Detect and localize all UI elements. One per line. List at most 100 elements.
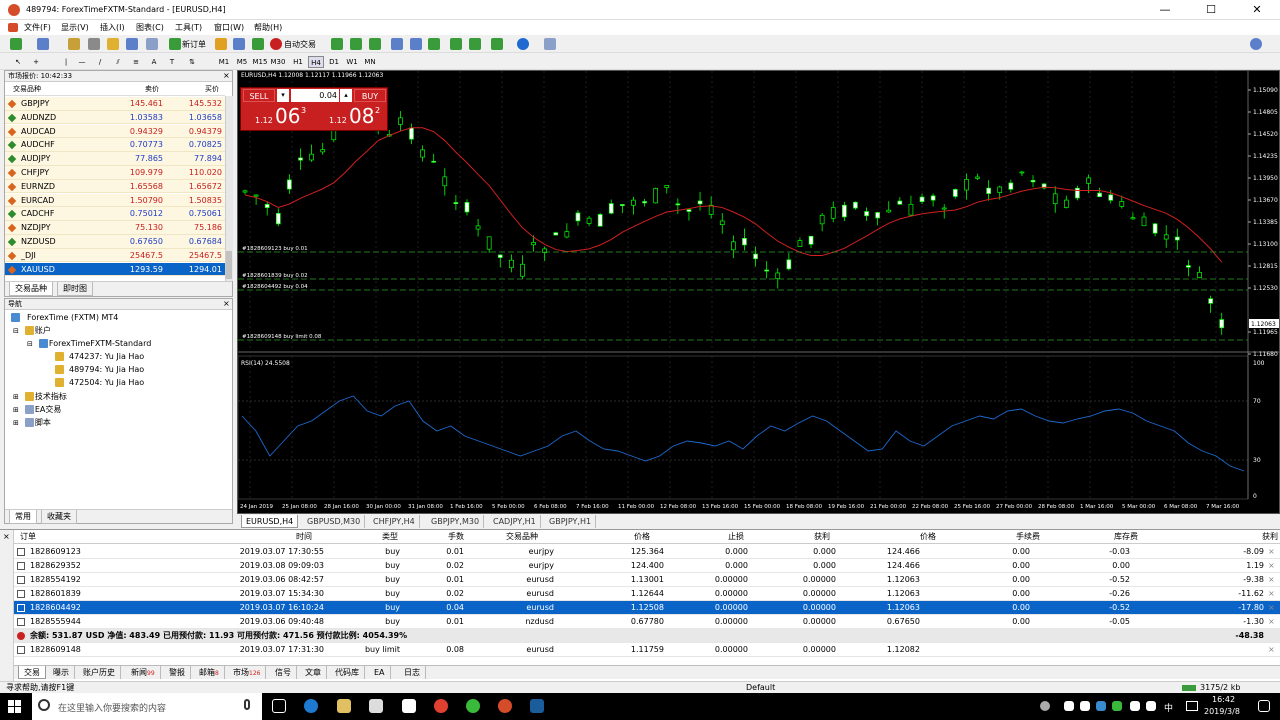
buy-price[interactable]: 1.12 08 2: [317, 104, 387, 130]
timeframe-mn[interactable]: MN: [362, 56, 378, 68]
column-symbol[interactable]: 交易品种: [506, 530, 538, 543]
terminal-tab[interactable]: 曝示: [48, 666, 75, 679]
sell-price[interactable]: 1.12 06 3: [243, 104, 313, 130]
trade-row[interactable]: 1828555944 2019.03.06 09:40:48 buy 0.01 nzdu…: [14, 615, 1280, 629]
column-sl[interactable]: 止损: [728, 530, 744, 543]
trade-row[interactable]: 1828604492 2019.03.07 16:10:24 buy 0.04 euru…: [14, 601, 1280, 615]
security-icon[interactable]: [1096, 701, 1106, 711]
market-watch-row[interactable]: XAUUSD 1293.59 1294.01: [5, 262, 225, 277]
close-order-icon[interactable]: ×: [1268, 573, 1275, 587]
market-watch-row[interactable]: EURCAD 1.50790 1.50835: [5, 193, 225, 208]
expand-icon[interactable]: ⊞: [13, 406, 19, 414]
terminal-icon[interactable]: [126, 38, 138, 50]
market-watch-row[interactable]: EURNZD 1.65568 1.65672: [5, 179, 225, 194]
document-icon[interactable]: [8, 23, 18, 32]
signals-icon[interactable]: [252, 38, 264, 50]
wechat-icon[interactable]: [466, 699, 480, 713]
edge-icon[interactable]: [304, 699, 318, 713]
zoom-out-icon[interactable]: [410, 38, 422, 50]
close-icon[interactable]: ×: [223, 71, 230, 80]
nav-scripts[interactable]: ⊞ 脚本: [13, 416, 51, 429]
collapse-icon[interactable]: ⊟: [13, 327, 19, 335]
column-symbol[interactable]: 交易品种: [13, 83, 41, 96]
vertical-line-icon[interactable]: |: [58, 56, 74, 68]
data-window-icon[interactable]: [88, 38, 100, 50]
tab-symbols[interactable]: 交易品种: [9, 282, 53, 296]
clock-time[interactable]: 16:42: [1212, 695, 1235, 704]
keyboard-icon[interactable]: [1186, 701, 1198, 711]
candlestick-icon[interactable]: [350, 38, 362, 50]
clock-date[interactable]: 2019/3/8: [1204, 707, 1240, 716]
tab-common[interactable]: 常用: [9, 510, 37, 524]
column-tp[interactable]: 获利: [814, 530, 830, 543]
timeframe-h4[interactable]: H4: [308, 56, 324, 68]
new-order-icon[interactable]: [169, 38, 181, 50]
tray-icon[interactable]: [1064, 701, 1074, 711]
market-watch-row[interactable]: AUDCHF 0.70773 0.70825: [5, 138, 225, 152]
trade-row[interactable]: 1828601839 2019.03.07 15:34:30 buy 0.02 euru…: [14, 587, 1280, 601]
close-order-icon[interactable]: ×: [1268, 615, 1275, 629]
timeframe-m1[interactable]: M1: [216, 56, 232, 68]
tab-chart-gbpjpy-m30[interactable]: GBPJPY,M30: [427, 515, 485, 528]
trendline-icon[interactable]: /: [92, 56, 108, 68]
lot-decrease-icon[interactable]: ▾: [277, 89, 289, 102]
close-icon[interactable]: ×: [223, 299, 230, 308]
market-watch-row[interactable]: NZDUSD 0.67650 0.67684: [5, 235, 225, 249]
file-explorer-icon[interactable]: [337, 699, 351, 713]
column-lots[interactable]: 手数: [448, 530, 464, 543]
new-order-button[interactable]: 新订单: [182, 39, 206, 50]
timeframe-m5[interactable]: M5: [234, 56, 250, 68]
crosshair-icon[interactable]: +: [28, 56, 44, 68]
chart-shift-icon[interactable]: [450, 38, 462, 50]
menu-view[interactable]: 显示(V): [61, 22, 89, 33]
text-label-icon[interactable]: T: [164, 56, 180, 68]
community-icon[interactable]: [233, 38, 245, 50]
buy-button[interactable]: BUY: [354, 89, 386, 102]
timeframe-h1[interactable]: H1: [290, 56, 306, 68]
tab-chart-eurusd-h4[interactable]: EURUSD,H4: [241, 515, 299, 528]
steam-icon[interactable]: [530, 699, 544, 713]
tab-chart-gbpjpy-h1[interactable]: GBPJPY,H1: [545, 515, 597, 528]
nav-indicators[interactable]: ⊞ 技术指标: [13, 390, 67, 403]
market-watch-row[interactable]: GBPJPY 145.461 145.532: [5, 97, 225, 111]
mail-icon[interactable]: [402, 699, 416, 713]
tab-favorites[interactable]: 收藏夹: [41, 510, 77, 524]
column-time[interactable]: 时间: [296, 530, 312, 543]
auto-trading-icon[interactable]: [270, 38, 282, 50]
text-icon[interactable]: A: [146, 56, 162, 68]
sell-button[interactable]: SELL: [243, 89, 275, 102]
menu-help[interactable]: 帮助(H): [254, 22, 282, 33]
search-icon[interactable]: [1250, 38, 1262, 50]
nav-account-item[interactable]: 474237: Yu Jia Hao: [55, 350, 144, 363]
channel-icon[interactable]: ⫽: [110, 56, 126, 68]
menu-charts[interactable]: 图表(C): [136, 22, 164, 33]
tab-tick-chart[interactable]: 即时图: [57, 282, 93, 296]
microphone-icon[interactable]: [244, 699, 250, 710]
wechat-tray-icon[interactable]: [1112, 701, 1122, 711]
tab-chart-cadjpy-h1[interactable]: CADJPY,H1: [489, 515, 541, 528]
navigator-icon[interactable]: [107, 38, 119, 50]
volume-icon[interactable]: [1146, 701, 1156, 711]
terminal-tab[interactable]: 文章: [300, 666, 327, 679]
timeframe-m30[interactable]: M30: [270, 56, 286, 68]
terminal-tab[interactable]: EA: [369, 666, 391, 679]
terminal-tab[interactable]: 市场126: [228, 666, 267, 679]
arrows-icon[interactable]: ⇅: [184, 56, 200, 68]
column-type[interactable]: 类型: [382, 530, 398, 543]
terminal-tab[interactable]: 信号: [270, 666, 297, 679]
market-watch-row[interactable]: CADCHF 0.75012 0.75061: [5, 207, 225, 221]
timeframe-w1[interactable]: W1: [344, 56, 360, 68]
lot-size-input[interactable]: 0.04: [291, 89, 339, 102]
templates-icon[interactable]: [544, 38, 556, 50]
market-watch-icon[interactable]: [68, 38, 80, 50]
terminal-tab[interactable]: 交易: [18, 666, 46, 679]
tab-chart-gbpusd-m30[interactable]: GBPUSD,M30: [303, 515, 366, 528]
ime-indicator[interactable]: 中: [1164, 701, 1173, 714]
cloud-icon[interactable]: [1080, 701, 1090, 711]
bar-chart-icon[interactable]: [331, 38, 343, 50]
task-view-icon[interactable]: [272, 699, 286, 713]
nav-root[interactable]: ForexTime (FXTM) MT4: [11, 311, 118, 324]
column-commission[interactable]: 手续费: [1016, 530, 1040, 543]
column-price[interactable]: 价格: [920, 530, 936, 543]
fibonacci-icon[interactable]: ≡: [128, 56, 144, 68]
